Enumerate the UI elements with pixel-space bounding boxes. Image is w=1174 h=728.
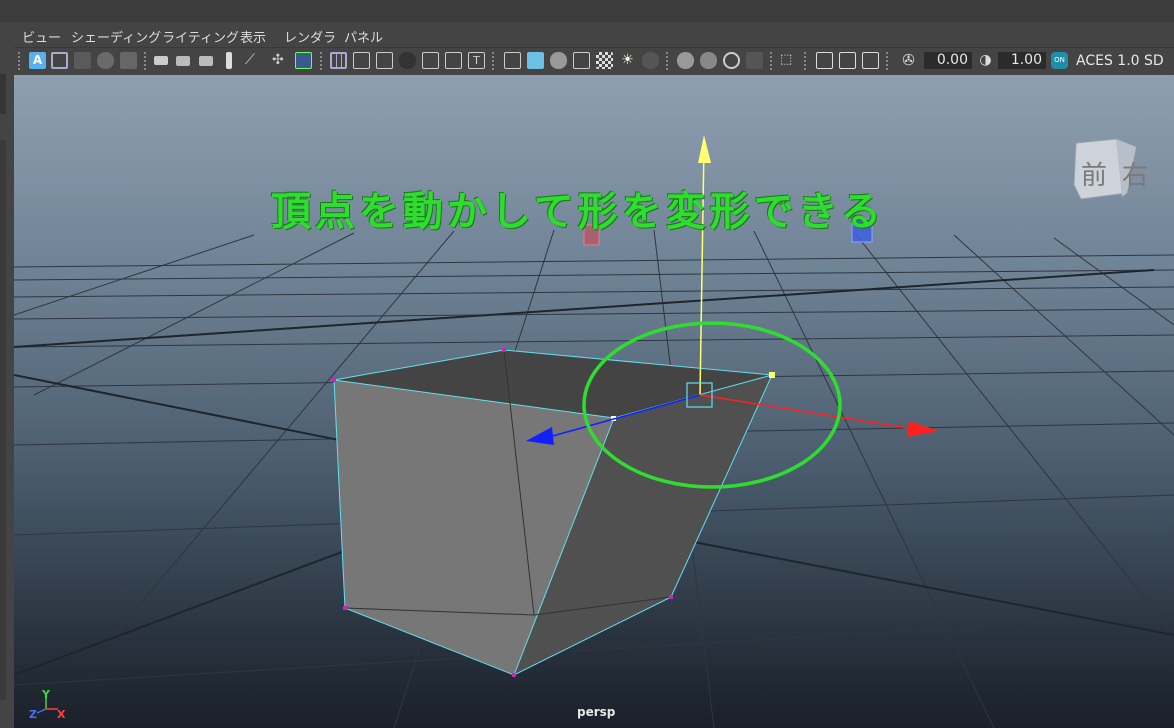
panel-menubar: ビュー シェーディング ライティング 表示 レンダラ パネル (14, 22, 1174, 46)
gizmo-x-arrow[interactable] (907, 421, 939, 437)
camera-icon[interactable] (154, 56, 168, 65)
sphere-icon[interactable] (97, 52, 114, 69)
2d-pan-icon[interactable] (295, 52, 312, 69)
left-panel-scroll[interactable] (0, 140, 6, 700)
toolbar-separator (666, 52, 668, 70)
depth-of-field-icon[interactable] (746, 52, 763, 69)
toolbar-separator (886, 52, 888, 70)
image-plane-icon[interactable] (120, 52, 137, 69)
safe-title-icon[interactable]: T (468, 52, 485, 69)
film-gate-icon[interactable] (353, 52, 370, 69)
viewcube-front-label[interactable]: 前 (1081, 155, 1107, 192)
shadows-icon[interactable] (642, 52, 659, 69)
frame-selection-icon[interactable] (51, 52, 68, 69)
camera-attr-icon[interactable] (199, 56, 213, 66)
menu-renderer[interactable]: レンダラ (284, 27, 336, 46)
menu-view[interactable]: ビュー (22, 27, 61, 46)
bookmark-flag-icon[interactable] (226, 52, 232, 69)
annotation-text: 頂点を動かして形を変形できる (271, 189, 885, 235)
grease-pencil-icon[interactable]: ⟋ (245, 52, 262, 69)
camera-name-label: persp (577, 705, 616, 719)
select-camera-icon[interactable]: A (29, 52, 46, 69)
toolbar-separator (18, 52, 20, 70)
viewport-panel: ビュー シェーディング ライティング 表示 レンダラ パネル A ⟋ ✣ T ☀… (14, 22, 1174, 728)
safe-action-icon[interactable] (445, 52, 462, 69)
resolution-gate-icon[interactable] (376, 52, 393, 69)
gamma-field[interactable]: 1.00 (998, 52, 1046, 69)
pan-zoom-icon[interactable]: ✣ (272, 52, 289, 69)
wireframe-icon[interactable] (504, 52, 521, 69)
field-chart-icon[interactable] (422, 52, 439, 69)
checker-icon[interactable] (596, 52, 613, 69)
camera-lock-icon[interactable] (176, 56, 190, 66)
viewcube-right-label[interactable]: 右 (1122, 155, 1148, 192)
xray-active-icon[interactable] (862, 52, 879, 69)
screen-space-ao-icon[interactable] (677, 52, 694, 69)
3d-viewport[interactable]: 頂点を動かして形を変形できる 前 右 Y Z X persp (14, 75, 1174, 728)
light-icon[interactable]: ☀ (619, 52, 636, 69)
menu-lighting[interactable]: ライティング (162, 27, 239, 46)
toolbar-separator (320, 52, 322, 70)
toolbar-separator (492, 52, 494, 70)
exposure-field[interactable]: 0.00 (924, 52, 972, 69)
isolate-select-icon[interactable]: ⬚ (780, 52, 797, 69)
panel-toolbar: A ⟋ ✣ T ☀ ⬚ ✇ 0.00 ◑ 1.00 ON ACES 1.0 SD (14, 47, 1174, 76)
motion-blur-icon[interactable] (700, 52, 717, 69)
axis-triad-icon (36, 697, 58, 714)
left-panel-tab[interactable] (0, 74, 6, 114)
textured-icon[interactable] (573, 52, 590, 69)
color-management-icon[interactable]: ON (1051, 52, 1068, 69)
gamma-icon[interactable]: ◑ (977, 52, 994, 69)
gate-mask-icon[interactable] (399, 52, 416, 69)
toolbar-separator (804, 52, 806, 70)
shaded-icon[interactable] (527, 52, 544, 69)
menu-shading[interactable]: シェーディング (71, 27, 161, 46)
window-top-strip (0, 0, 1174, 23)
xray-joints-icon[interactable] (839, 52, 856, 69)
scene-canvas[interactable] (14, 75, 1174, 728)
wireframe-on-shaded-icon[interactable] (550, 52, 567, 69)
left-panel-edge (0, 22, 15, 728)
toolbar-separator (770, 52, 772, 70)
color-space-label[interactable]: ACES 1.0 SD (1076, 51, 1164, 71)
menu-panels[interactable]: パネル (344, 27, 383, 46)
exposure-icon[interactable]: ✇ (900, 52, 917, 69)
menu-show[interactable]: 表示 (240, 27, 266, 46)
xray-icon[interactable] (816, 52, 833, 69)
view-cube[interactable]: 前 右 (1074, 135, 1156, 213)
gizmo-y-arrow[interactable] (698, 135, 711, 163)
bookmark-icon[interactable] (74, 52, 91, 69)
toolbar-separator (144, 52, 146, 70)
selected-vertex[interactable] (769, 372, 775, 378)
grid-icon[interactable] (330, 52, 347, 69)
antialiasing-icon[interactable] (723, 52, 740, 69)
